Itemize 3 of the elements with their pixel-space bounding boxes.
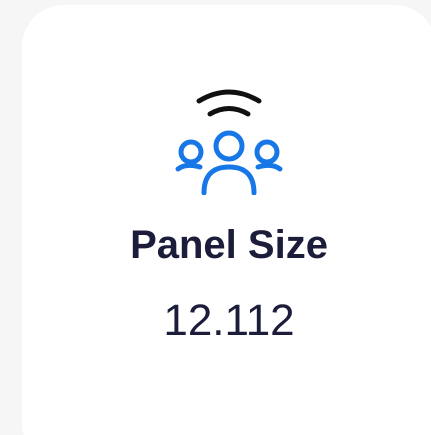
card-title: Panel Size (130, 223, 328, 267)
card-value: 12.112 (163, 297, 295, 346)
connected-group-icon (174, 87, 284, 195)
